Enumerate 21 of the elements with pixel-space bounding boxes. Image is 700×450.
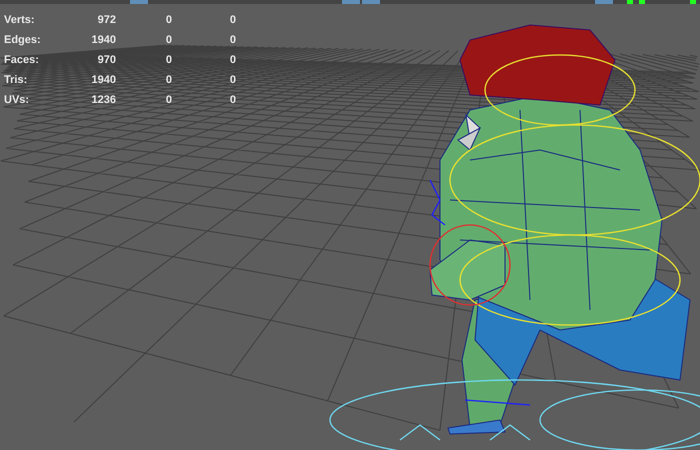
stat-label: UVs: [3,94,30,106]
toolbar-button-icon[interactable] [342,0,380,4]
stat-value: 0 [228,94,237,106]
stat-value: 0 [228,34,237,46]
stat-value: 972 [96,14,117,26]
stat-value: 0 [164,94,173,106]
stat-label: Verts: [3,14,36,26]
stat-value: 0 [164,74,173,86]
stat-value: 1940 [90,74,117,86]
stat-value: 0 [228,54,237,66]
stat-value: 0 [228,74,237,86]
stat-value: 0 [164,54,173,66]
stat-value: 0 [164,14,173,26]
stat-value: 970 [96,54,117,66]
stat-label: Tris: [3,74,28,86]
stat-label: Edges: [3,34,42,46]
stat-value: 0 [164,34,173,46]
stat-value: 1236 [90,94,117,106]
stat-value: 1940 [90,34,117,46]
stat-value: 0 [228,14,237,26]
stat-label: Faces: [3,54,40,66]
